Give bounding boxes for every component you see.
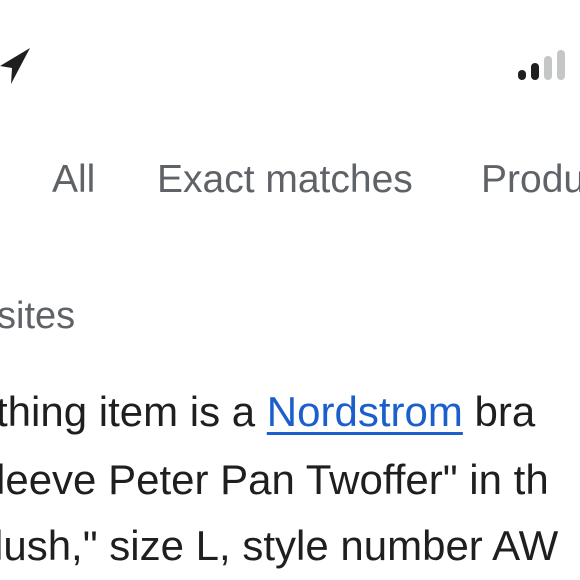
description-line-2: leeve Peter Pan Twoffer" in th xyxy=(0,456,549,503)
signal-bar-2 xyxy=(531,63,539,80)
signal-bar-4 xyxy=(557,50,565,80)
tab-exact-matches[interactable]: Exact matches xyxy=(157,150,413,210)
signal-bar-1 xyxy=(518,70,526,80)
signal-bar-3 xyxy=(544,56,552,80)
description-text: thing item is a xyxy=(0,388,267,435)
cellular-signal-icon xyxy=(518,50,565,80)
tab-products[interactable]: Produ xyxy=(481,150,580,210)
search-filter-tabs: All Exact matches Produ xyxy=(0,150,580,210)
description-line-3: lush," size L, style number AW xyxy=(0,522,559,569)
description-line-1: thing item is a Nordstrom bra xyxy=(0,384,535,440)
brand-link-nordstrom[interactable]: Nordstrom xyxy=(267,388,463,435)
status-bar xyxy=(0,0,580,110)
description-text: bra xyxy=(462,388,536,435)
tab-all[interactable]: All xyxy=(52,150,95,210)
section-heading: sites xyxy=(0,295,76,337)
location-arrow-icon xyxy=(0,48,30,84)
